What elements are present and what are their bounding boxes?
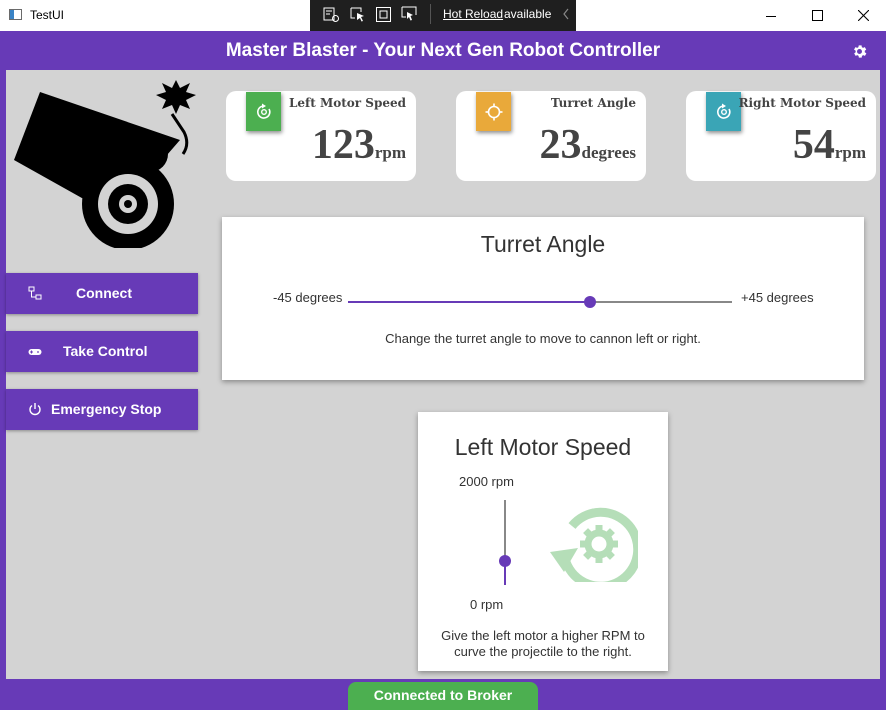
crosshair-icon — [485, 103, 502, 120]
left-motor-max-label: 2000 rpm — [459, 474, 514, 489]
app-icon — [9, 9, 22, 20]
window-frame-right — [880, 70, 886, 710]
cannon-logo — [14, 80, 196, 248]
settings-gear-icon[interactable] — [851, 43, 868, 60]
turret-angle-panel: Turret Angle -45 degrees +45 degrees Cha… — [222, 217, 864, 380]
card-unit: rpm — [834, 143, 866, 162]
motor-rotate-icon — [256, 103, 271, 119]
card-unit: rpm — [374, 143, 406, 162]
minimize-icon — [766, 15, 776, 17]
network-icon — [28, 286, 42, 300]
power-icon — [29, 403, 41, 416]
connection-status-badge: Connected to Broker — [348, 682, 538, 710]
connect-button[interactable]: Connect — [6, 273, 198, 314]
right-motor-speed-card: Right Motor Speed 54rpm — [686, 91, 876, 181]
connect-label: Connect — [76, 285, 132, 301]
close-icon — [857, 10, 869, 21]
turret-description: Change the turret angle to move to canno… — [385, 331, 701, 346]
live-tree-icon[interactable] — [323, 6, 340, 23]
motor-settings-rotate-icon — [550, 507, 638, 582]
turret-slider-track[interactable] — [348, 296, 732, 308]
card-title: Right Motor Speed — [738, 96, 866, 110]
card-value: 23degrees — [540, 121, 636, 169]
left-motor-panel-title: Left Motor Speed — [454, 434, 632, 460]
card-value: 123rpm — [312, 121, 406, 169]
hot-reload-status: available — [504, 7, 552, 21]
minimize-button[interactable] — [748, 0, 794, 31]
left-motor-slider-thumb[interactable] — [499, 555, 511, 568]
select-element-icon[interactable] — [349, 6, 366, 23]
left-motor-min-label: 0 rpm — [470, 597, 504, 612]
take-control-label: Take Control — [63, 343, 148, 359]
turret-min-label: -45 degrees — [273, 290, 343, 305]
maximize-button[interactable] — [794, 0, 840, 31]
left-motor-panel: Left Motor Speed 2000 rpm 0 rpm Give the… — [418, 412, 668, 671]
maximize-icon — [811, 10, 823, 21]
take-control-button[interactable]: Take Control — [6, 331, 198, 372]
emergency-stop-label: Emergency Stop — [51, 401, 162, 417]
app-header: Master Blaster - Your Next Gen Robot Con… — [0, 31, 886, 70]
close-button[interactable] — [840, 0, 886, 31]
left-motor-badge — [246, 92, 281, 131]
right-motor-badge — [706, 92, 741, 131]
card-value: 54rpm — [793, 121, 866, 169]
window-title: TestUI — [30, 8, 65, 22]
track-focus-icon[interactable] — [401, 6, 418, 23]
left-motor-speed-card: Left Motor Speed 123rpm — [226, 91, 416, 181]
left-motor-slider-track[interactable] — [499, 500, 511, 585]
collapse-chevron-icon[interactable] — [562, 6, 570, 22]
card-number: 54 — [792, 122, 835, 168]
left-motor-description: Give the left motor a higher RPM to curv… — [441, 628, 645, 659]
hot-reload-link[interactable]: Hot Reload — [443, 7, 503, 21]
card-number: 123 — [311, 122, 375, 168]
card-title: Left Motor Speed — [288, 96, 406, 110]
card-unit: degrees — [581, 143, 636, 162]
gamepad-icon — [28, 349, 42, 355]
turret-angle-card: Turret Angle 23degrees — [456, 91, 646, 181]
turret-angle-badge — [476, 92, 511, 131]
toolbar-separator — [430, 4, 431, 24]
turret-slider-thumb[interactable] — [583, 296, 596, 308]
card-number: 23 — [539, 122, 582, 168]
turret-max-label: +45 degrees — [741, 290, 814, 305]
display-adorners-icon[interactable] — [375, 6, 392, 23]
turret-slider-fill — [348, 301, 590, 303]
page-title: Master Blaster - Your Next Gen Robot Con… — [225, 40, 661, 61]
turret-panel-title: Turret Angle — [480, 231, 606, 257]
emergency-stop-button[interactable]: Emergency Stop — [6, 389, 198, 430]
motor-rotate-icon — [716, 103, 731, 119]
card-title: Turret Angle — [550, 96, 636, 110]
